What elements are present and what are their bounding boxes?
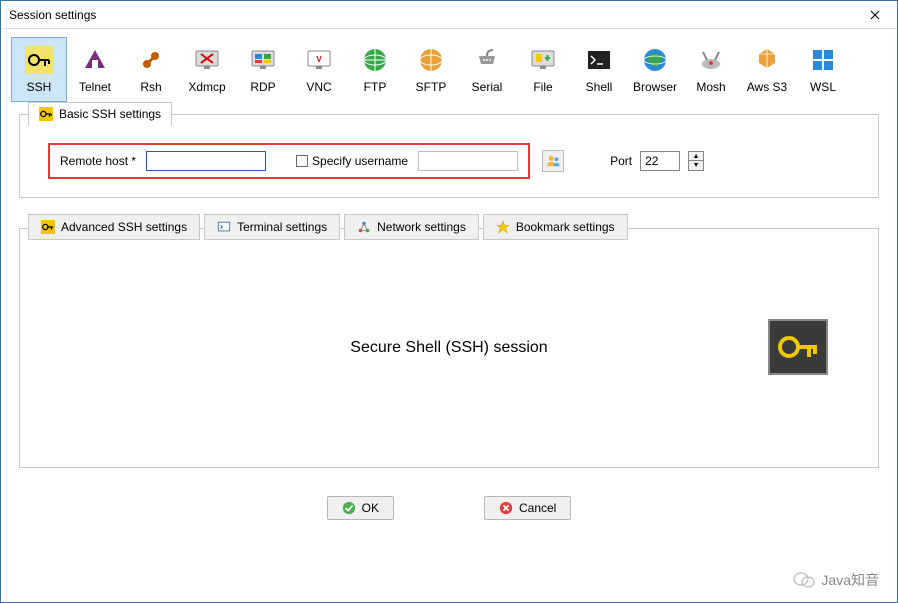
ssh-icon bbox=[25, 46, 53, 74]
cancel-icon bbox=[499, 501, 513, 515]
protocol-label: Browser bbox=[633, 80, 677, 94]
protocol-rsh[interactable]: Rsh bbox=[123, 37, 179, 102]
watermark-text: Java知音 bbox=[821, 570, 879, 590]
remote-host-label: Remote host * bbox=[60, 154, 136, 168]
protocol-sftp[interactable]: SFTP bbox=[403, 37, 459, 102]
protocol-label: Mosh bbox=[696, 80, 725, 94]
xdmcp-icon bbox=[193, 46, 221, 74]
cancel-button[interactable]: Cancel bbox=[484, 496, 571, 520]
protocol-label: SFTP bbox=[416, 80, 447, 94]
ok-button[interactable]: OK bbox=[327, 496, 394, 520]
specify-username-label: Specify username bbox=[312, 154, 408, 168]
protocol-ftp[interactable]: FTP bbox=[347, 37, 403, 102]
telnet-icon bbox=[81, 46, 109, 74]
remote-host-input[interactable] bbox=[146, 151, 266, 171]
protocol-label: Shell bbox=[586, 80, 613, 94]
protocol-browser[interactable]: Browser bbox=[627, 37, 683, 102]
key-icon bbox=[39, 107, 53, 121]
window-title: Session settings bbox=[9, 8, 96, 22]
close-button[interactable] bbox=[855, 2, 895, 28]
protocol-label: VNC bbox=[306, 80, 331, 94]
protocol-label: File bbox=[533, 80, 552, 94]
user-picker-button[interactable] bbox=[542, 150, 564, 172]
wechat-icon bbox=[793, 571, 815, 589]
port-label: Port bbox=[610, 154, 632, 168]
highlighted-area: Remote host * Specify username bbox=[48, 143, 530, 179]
rdp-icon bbox=[249, 46, 277, 74]
aws-icon bbox=[753, 46, 781, 74]
mosh-icon bbox=[697, 46, 725, 74]
protocol-label: Telnet bbox=[79, 80, 111, 94]
protocol-serial[interactable]: Serial bbox=[459, 37, 515, 102]
checkbox-icon bbox=[296, 155, 308, 167]
username-input[interactable] bbox=[418, 151, 518, 171]
protocol-shell[interactable]: Shell bbox=[571, 37, 627, 102]
protocol-vnc[interactable]: V VNC bbox=[291, 37, 347, 102]
protocol-label: RDP bbox=[250, 80, 275, 94]
vnc-icon: V bbox=[305, 46, 333, 74]
protocol-file[interactable]: File bbox=[515, 37, 571, 102]
cancel-label: Cancel bbox=[519, 501, 556, 515]
protocol-xdmcp[interactable]: Xdmcp bbox=[179, 37, 235, 102]
protocol-mosh[interactable]: Mosh bbox=[683, 37, 739, 102]
protocol-rdp[interactable]: RDP bbox=[235, 37, 291, 102]
port-step-down[interactable]: ▼ bbox=[689, 161, 703, 170]
check-icon bbox=[342, 501, 356, 515]
shell-icon bbox=[585, 46, 613, 74]
titlebar: Session settings bbox=[1, 1, 897, 29]
port-step-up[interactable]: ▲ bbox=[689, 152, 703, 161]
tab-basic-label: Basic SSH settings bbox=[59, 107, 161, 121]
basic-settings-panel: Basic SSH settings Remote host * Specify… bbox=[19, 114, 879, 198]
session-key-graphic bbox=[768, 319, 828, 375]
ok-label: OK bbox=[362, 501, 379, 515]
svg-text:V: V bbox=[316, 55, 322, 64]
specify-username-checkbox[interactable]: Specify username bbox=[296, 154, 408, 168]
serial-icon bbox=[473, 46, 501, 74]
wsl-icon bbox=[809, 46, 837, 74]
protocol-label: SSH bbox=[27, 80, 52, 94]
watermark: Java知音 bbox=[793, 570, 879, 590]
protocol-label: Xdmcp bbox=[188, 80, 225, 94]
protocol-telnet[interactable]: Telnet bbox=[67, 37, 123, 102]
advanced-panel: Advanced SSH settings Terminal settings … bbox=[19, 228, 879, 468]
protocol-ssh[interactable]: SSH bbox=[11, 37, 67, 102]
protocol-label: FTP bbox=[364, 80, 387, 94]
protocol-toolbar: SSH Telnet Rsh Xdmcp RDP V VNC FTP SFTP Serial Fil… bbox=[1, 29, 897, 108]
protocol-aws[interactable]: Aws S3 bbox=[739, 37, 795, 102]
port-input[interactable] bbox=[640, 151, 680, 171]
protocol-label: Serial bbox=[472, 80, 503, 94]
browser-icon bbox=[641, 46, 669, 74]
tab-basic-ssh[interactable]: Basic SSH settings bbox=[28, 102, 172, 126]
ftp-icon bbox=[361, 46, 389, 74]
file-icon bbox=[529, 46, 557, 74]
protocol-wsl[interactable]: WSL bbox=[795, 37, 851, 102]
protocol-label: WSL bbox=[810, 80, 836, 94]
protocol-label: Aws S3 bbox=[747, 80, 787, 94]
sftp-icon bbox=[417, 46, 445, 74]
session-description: Secure Shell (SSH) session bbox=[350, 339, 547, 357]
rsh-icon bbox=[137, 46, 165, 74]
port-stepper: ▲ ▼ bbox=[688, 151, 704, 171]
protocol-label: Rsh bbox=[140, 80, 161, 94]
